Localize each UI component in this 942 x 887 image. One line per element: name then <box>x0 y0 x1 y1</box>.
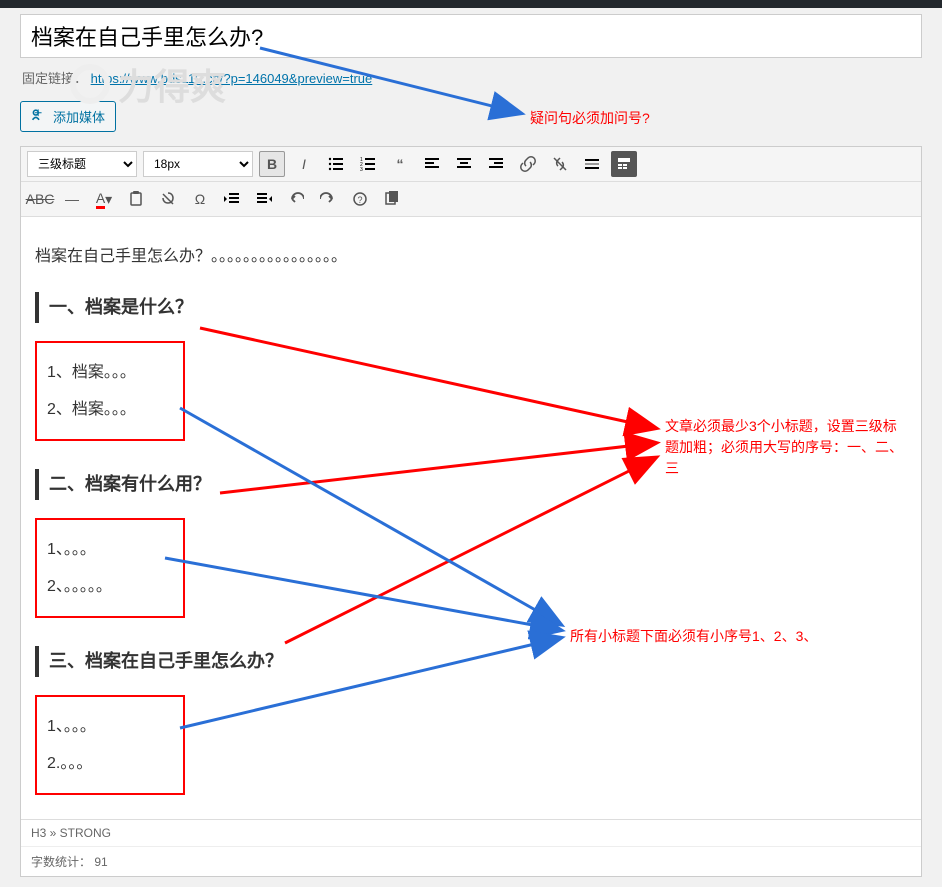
wordcount-label: 字数统计： <box>31 855 91 869</box>
align-center-button[interactable] <box>451 151 477 177</box>
annotation-box-3: 1、。。。 2.。。。 <box>35 695 185 795</box>
box1-line1: 1、档案。。。 <box>47 359 173 386</box>
annotation-box-1: 1、档案。。。 2、档案。。。 <box>35 341 185 441</box>
outdent-button[interactable] <box>219 186 245 212</box>
heading-1: 一、档案是什么？ <box>35 292 907 323</box>
svg-text:?: ? <box>358 195 363 205</box>
link-button[interactable] <box>515 151 541 177</box>
blockquote-button[interactable]: “ <box>387 151 413 177</box>
box2-line2: 2、。。。。。 <box>47 573 173 600</box>
unlink-button[interactable] <box>547 151 573 177</box>
status-bar: H3 » STRONG 字数统计： 91 <box>21 819 921 876</box>
toggle-toolbar-button[interactable] <box>611 151 637 177</box>
annotation-box-2: 1、。。。 2、。。。。。 <box>35 518 185 618</box>
heading-select[interactable]: 三级标题 <box>27 151 137 177</box>
media-icon <box>31 107 47 126</box>
toolbar-row-1: 三级标题 18px B I 123 “ <box>21 147 921 182</box>
italic-button[interactable]: I <box>291 151 317 177</box>
align-left-button[interactable] <box>419 151 445 177</box>
toolbar-row-2: ABC — A▾ Ω ? <box>21 182 921 217</box>
more-button[interactable] <box>579 151 605 177</box>
wordcount: 字数统计： 91 <box>21 847 921 876</box>
box3-line1: 1、。。。 <box>47 713 173 740</box>
svg-text:3: 3 <box>360 167 363 172</box>
paste-text-button[interactable] <box>123 186 149 212</box>
text-color-button[interactable]: A▾ <box>91 186 117 212</box>
editor-main: 力得爽 固定链接： https://www.bds110.cn/?p=14604… <box>0 8 942 887</box>
watermark: 力得爽 <box>70 58 226 110</box>
annotation-text-2: 文章必须最少3个小标题，设置三级标题加粗；必须用大写的序号：一、二、三 <box>665 416 905 479</box>
align-right-button[interactable] <box>483 151 509 177</box>
strikethrough-button[interactable]: ABC <box>27 186 53 212</box>
redo-button[interactable] <box>315 186 341 212</box>
content-editable-area[interactable]: 档案在自己手里怎么办？。。。。。。。。。。。。。。。。 一、档案是什么？ 1、档… <box>21 217 921 819</box>
horizontal-rule-button[interactable]: — <box>59 186 85 212</box>
element-path[interactable]: H3 » STRONG <box>21 820 921 847</box>
heading-3: 三、档案在自己手里怎么办？ <box>35 646 907 677</box>
indent-button[interactable] <box>251 186 277 212</box>
bold-button[interactable]: B <box>259 151 285 177</box>
bullet-list-button[interactable] <box>323 151 349 177</box>
help-button[interactable]: ? <box>347 186 373 212</box>
box3-line2: 2.。。。 <box>47 750 173 777</box>
annotation-text-1: 疑问句必须加问号? <box>530 108 650 128</box>
annotation-text-3: 所有小标题下面必须有小序号1、2、3、 <box>570 626 817 646</box>
undo-button[interactable] <box>283 186 309 212</box>
wordcount-value: 91 <box>94 855 107 869</box>
numbered-list-button[interactable]: 123 <box>355 151 381 177</box>
fontsize-select[interactable]: 18px <box>143 151 253 177</box>
editor-wrap: 三级标题 18px B I 123 “ ABC — A▾ Ω <box>20 146 922 877</box>
watermark-text: 力得爽 <box>118 58 226 110</box>
box1-line2: 2、档案。。。 <box>47 396 173 423</box>
post-title-input[interactable] <box>20 14 922 58</box>
window-topbar <box>0 0 942 8</box>
clear-formatting-button[interactable] <box>155 186 181 212</box>
content-intro: 档案在自己手里怎么办？。。。。。。。。。。。。。。。。 <box>35 243 907 270</box>
box2-line1: 1、。。。 <box>47 536 173 563</box>
special-char-button[interactable]: Ω <box>187 186 213 212</box>
fullscreen-button[interactable] <box>379 186 405 212</box>
watermark-logo-icon <box>70 64 110 104</box>
